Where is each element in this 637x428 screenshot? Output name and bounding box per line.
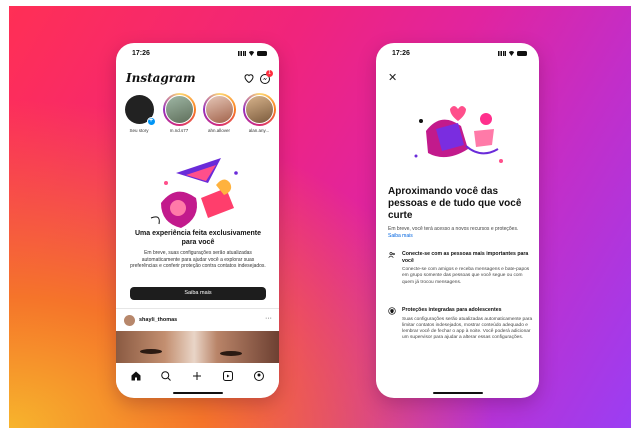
messenger-button[interactable]: 1 [259, 70, 273, 84]
learn-more-button[interactable]: Saiba mais [130, 287, 266, 300]
promo-body: Em breve, suas configurações serão atual… [130, 250, 266, 269]
signal-icon [238, 51, 246, 56]
story-item[interactable]: alan.any... [242, 93, 276, 135]
story-own[interactable]: + Seu story [122, 93, 156, 135]
feature-body: Conecte-se com amigos e receba mensagens… [402, 267, 530, 285]
post-header: shayli_thomas ··· [124, 315, 272, 327]
status-bar: 17:26 [116, 50, 279, 62]
post-image-detail [140, 349, 162, 354]
bottom-tab-bar [116, 365, 279, 387]
more-options-icon[interactable]: ··· [265, 315, 272, 322]
status-bar: 17:26 [376, 50, 539, 62]
connection-illustration [414, 106, 503, 163]
promo-title: Uma experiência feita exclusivamente par… [134, 230, 262, 246]
promo-background: 17:26 Instagram 1 + Seu story m.nd.s77 a… [9, 6, 631, 428]
profile-icon[interactable] [253, 370, 265, 382]
avatar[interactable] [124, 315, 135, 326]
story-name: alan.any... [248, 128, 270, 133]
wifi-icon [248, 51, 255, 56]
search-icon[interactable] [160, 370, 172, 382]
home-icon[interactable] [130, 370, 142, 382]
post-image-detail [220, 351, 242, 356]
phone-info-screen: 17:26 ✕ Aproximando você das pessoas e d… [376, 43, 539, 398]
learn-more-link[interactable]: Saiba mais [388, 233, 413, 239]
feature-body: Suas configurações serão atualizadas aut… [402, 316, 533, 341]
close-icon[interactable]: ✕ [388, 71, 397, 84]
promo-illustration [150, 158, 238, 228]
story-name: Seu story [129, 128, 149, 133]
home-indicator [172, 391, 223, 394]
post-username[interactable]: shayli_thomas [139, 317, 177, 323]
info-intro: Em breve, você terá acesso a novos recur… [388, 226, 528, 239]
story-item[interactable]: ahn.allover [202, 93, 236, 135]
instagram-logo[interactable]: Instagram [126, 71, 196, 85]
home-indicator [432, 391, 483, 394]
story-name: m.nd.s77 [169, 128, 189, 133]
feature-connect: Conecte-se com as pessoas mais important… [388, 251, 533, 286]
message-badge: 1 [266, 70, 273, 77]
phone-feed-screen: 17:26 Instagram 1 + Seu story m.nd.s77 a… [116, 43, 279, 398]
battery-icon [517, 51, 527, 56]
create-icon[interactable] [191, 370, 203, 382]
feature-title: Conecte-se com as pessoas mais important… [402, 251, 529, 264]
avatar [244, 95, 274, 124]
status-time: 17:26 [392, 50, 410, 57]
status-time: 17:26 [132, 50, 150, 57]
reels-icon[interactable] [222, 370, 234, 382]
post-image[interactable] [116, 331, 279, 363]
story-item[interactable]: m.nd.s77 [162, 93, 196, 135]
divider [116, 308, 279, 309]
info-intro-text: Em breve, você terá acesso a novos recur… [388, 226, 519, 232]
battery-icon [257, 51, 267, 56]
avatar [164, 95, 194, 124]
wifi-icon [508, 51, 515, 56]
story-name: ahn.allover [207, 128, 230, 133]
info-title: Aproximando você das pessoas e de tudo q… [388, 186, 522, 221]
feature-teen-protection: Proteções integradas para adolescentes S… [388, 307, 533, 342]
instagram-header: Instagram 1 [126, 70, 273, 87]
stories-row: + Seu story m.nd.s77 ahn.allover alan.an… [122, 93, 279, 135]
add-story-icon: + [146, 117, 156, 126]
people-icon [388, 252, 395, 258]
heart-icon[interactable] [243, 72, 255, 84]
avatar [204, 95, 234, 124]
shield-icon [388, 307, 396, 315]
signal-icon [498, 51, 506, 56]
feature-title: Proteções integradas para adolescentes [402, 307, 502, 313]
